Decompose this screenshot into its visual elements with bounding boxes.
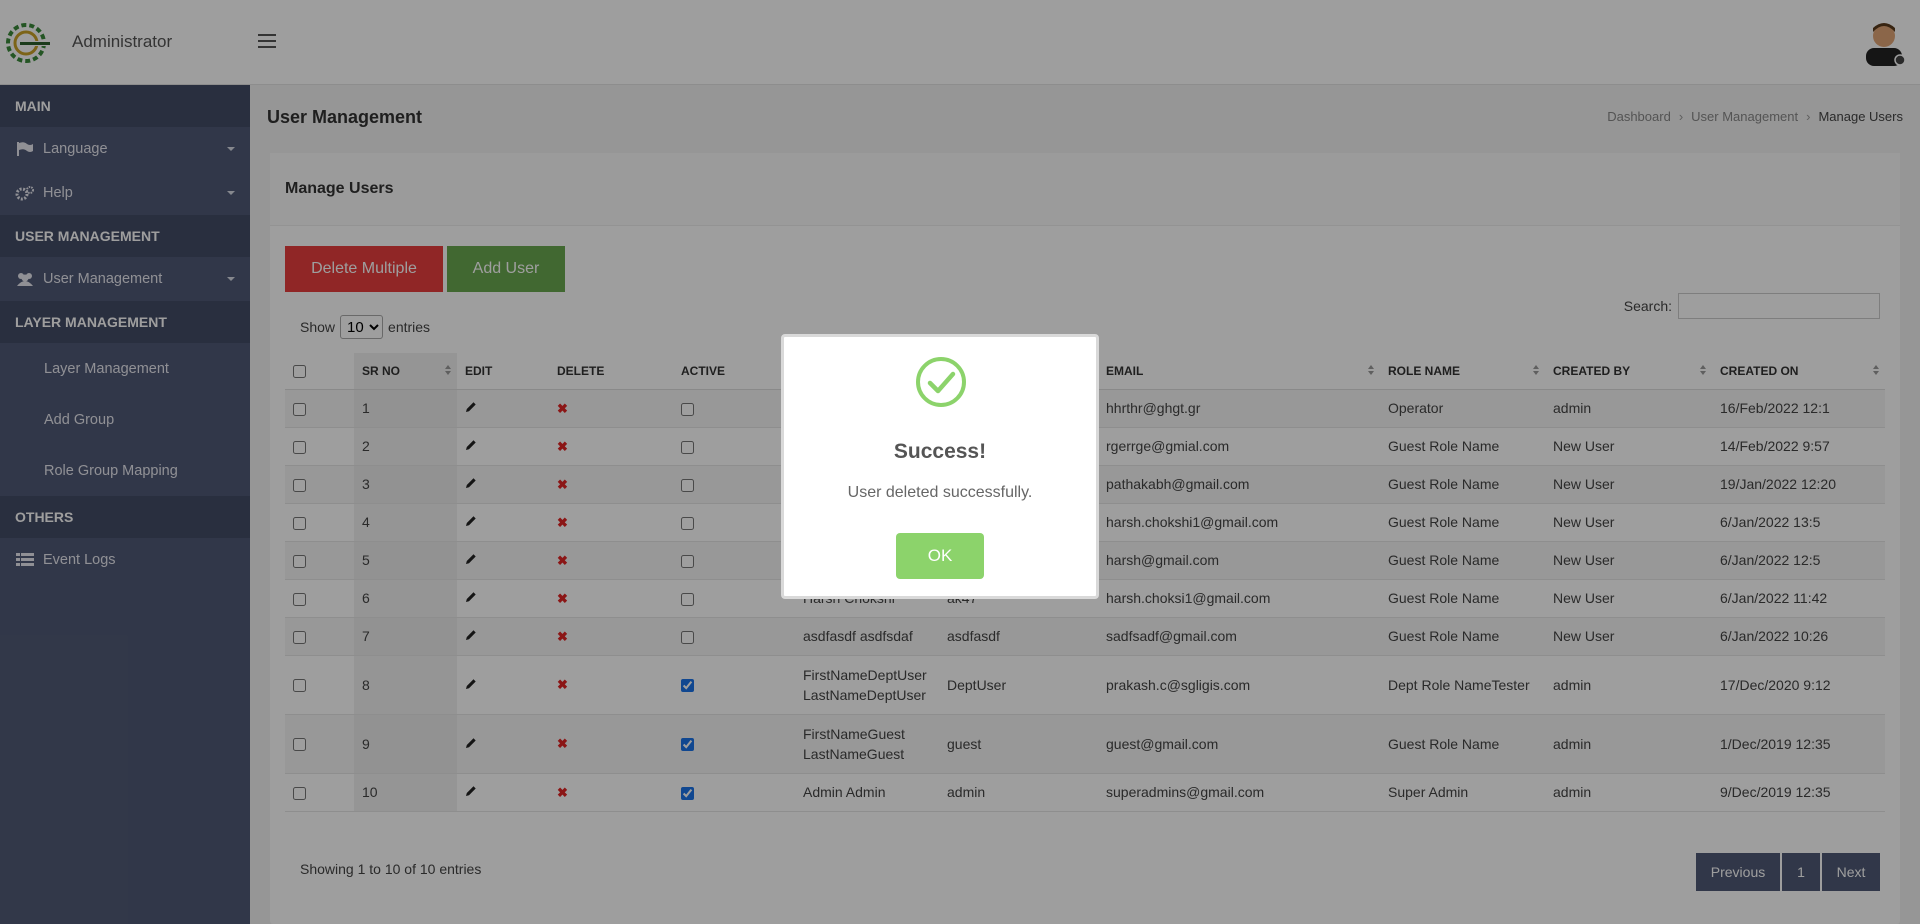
ok-button[interactable]: OK [896, 533, 984, 579]
modal-title: Success! [893, 440, 987, 463]
check-circle-icon [916, 357, 966, 407]
success-modal: Success! User deleted successfully. OK [781, 334, 1099, 599]
modal-message: User deleted successfully. [847, 484, 1033, 501]
